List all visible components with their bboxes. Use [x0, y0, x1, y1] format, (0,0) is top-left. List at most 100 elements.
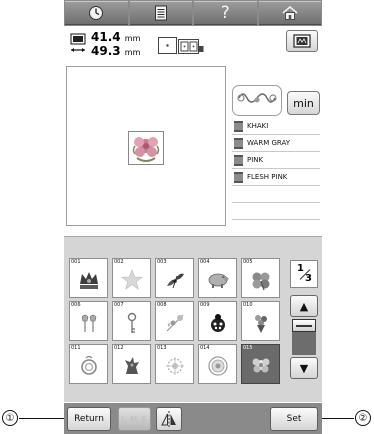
arrow-up-icon: ▲	[299, 299, 309, 313]
pattern-number: 009	[200, 302, 210, 308]
spool-icon	[234, 171, 243, 183]
height-value: 41.4	[91, 30, 121, 44]
callout-2: ②	[355, 410, 371, 426]
size-readout: 41.4 mm 49.3 mm	[91, 31, 140, 59]
hoop-size-icon	[158, 37, 204, 54]
pattern-cell[interactable]: 011	[69, 344, 108, 384]
mirror-button[interactable]	[156, 407, 182, 431]
lace-icon	[166, 357, 184, 375]
thread-row: PINK	[232, 152, 320, 169]
set-button[interactable]: Set	[270, 407, 318, 431]
flower-spray-icon	[166, 314, 184, 332]
document-icon	[154, 5, 167, 21]
pattern-grid: 001 002 003 004 005 006 007 008 009 010 …	[69, 258, 280, 384]
min-button[interactable]: min	[287, 91, 320, 115]
pattern-cell-selected[interactable]: 015	[241, 344, 280, 384]
rose-design-icon	[132, 137, 160, 162]
preview-button[interactable]	[286, 30, 318, 52]
width-value: 49.3	[91, 44, 121, 58]
pattern-cell[interactable]: 013	[155, 344, 194, 384]
pattern-number: 013	[157, 345, 167, 351]
clock-button[interactable]	[65, 1, 128, 25]
pattern-number: 004	[200, 259, 210, 265]
pattern-number: 008	[157, 302, 167, 308]
clock-icon	[89, 6, 104, 20]
pattern-cell[interactable]: 004	[198, 258, 237, 298]
thread-name: KHAKI	[247, 122, 269, 130]
height-unit: mm	[124, 34, 141, 43]
key-icon	[127, 312, 137, 333]
width-unit: mm	[124, 48, 141, 57]
pattern-cell[interactable]: 009	[198, 301, 237, 341]
mirror-icon	[161, 411, 176, 427]
callout-1-leader	[19, 418, 67, 419]
pattern-cell[interactable]: 002	[112, 258, 151, 298]
thread-row: FLESH PINK	[232, 169, 320, 186]
pattern-cell[interactable]: 005	[241, 258, 280, 298]
pattern-number: 006	[71, 302, 81, 308]
thread-name: WARM GRAY	[247, 139, 290, 147]
preview-icon	[293, 34, 311, 48]
pattern-number: 005	[243, 259, 253, 265]
thread-row-empty	[232, 186, 320, 203]
pattern-number: 007	[114, 302, 124, 308]
callout-1: ①	[2, 410, 18, 426]
pattern-cell[interactable]: 012	[112, 344, 151, 384]
embroidery-screen: ? 41.4 mm 49.3 mm min KHAKI WARM GRAY PI…	[64, 0, 322, 434]
pattern-cell[interactable]: 010	[241, 301, 280, 341]
scroll-border-icon	[237, 93, 277, 103]
pattern-number: 003	[157, 259, 167, 265]
pattern-number: 002	[114, 259, 124, 265]
pattern-cell[interactable]: 003	[155, 258, 194, 298]
design-in-preview[interactable]	[128, 131, 164, 165]
width-readout: 49.3 mm	[91, 45, 140, 59]
size-icon	[70, 33, 86, 52]
lion-icon	[125, 357, 139, 374]
pattern-number: 010	[243, 302, 253, 308]
height-readout: 41.4 mm	[91, 31, 140, 45]
bottom-toolbar: Return L M S Set	[64, 403, 322, 434]
help-button[interactable]: ?	[194, 1, 257, 25]
crown-icon	[80, 272, 98, 289]
scroll-down-button[interactable]: ▼	[290, 357, 318, 379]
help-icon: ?	[220, 2, 230, 23]
pattern-cell[interactable]: 014	[198, 344, 237, 384]
thread-row: KHAKI	[232, 118, 320, 135]
clover-icon	[252, 272, 270, 291]
home-icon	[282, 5, 298, 20]
border-pattern-preview[interactable]	[232, 85, 282, 116]
holly-icon	[167, 273, 184, 289]
document-button[interactable]	[129, 1, 192, 25]
pattern-cell[interactable]: 008	[155, 301, 194, 341]
pattern-number: 011	[71, 345, 81, 351]
star-icon	[121, 269, 143, 290]
ladybug-icon	[211, 314, 225, 332]
scroll-track[interactable]	[292, 319, 316, 355]
pattern-cell[interactable]: 006	[69, 301, 108, 341]
top-toolbar: ?	[64, 0, 322, 26]
pattern-number: 012	[114, 345, 124, 351]
thread-row-empty	[232, 203, 320, 220]
thread-color-list: KHAKI WARM GRAY PINK FLESH PINK	[232, 118, 320, 220]
ornament-icon	[81, 355, 97, 375]
pattern-scrollbar[interactable]: ▲ ▼	[290, 295, 318, 393]
page-current: 1	[297, 263, 304, 274]
scroll-thumb[interactable]	[292, 319, 316, 332]
pattern-number: 001	[71, 259, 81, 265]
page-indicator: 1 3	[290, 260, 318, 288]
pattern-number: 015	[243, 345, 253, 351]
return-button[interactable]: Return	[67, 407, 111, 431]
page-total: 3	[305, 273, 312, 284]
scroll-up-button[interactable]: ▲	[290, 295, 318, 317]
spool-icon	[234, 137, 243, 149]
pattern-selection-panel: 001 002 003 004 005 006 007 008 009 010 …	[64, 236, 322, 402]
pattern-cell[interactable]: 001	[69, 258, 108, 298]
spool-icon	[234, 154, 243, 166]
pig-icon	[208, 273, 229, 288]
lms-size-button[interactable]: L M S	[118, 407, 151, 431]
thread-name: PINK	[247, 156, 264, 164]
embroidery-preview[interactable]	[66, 66, 226, 226]
pattern-cell[interactable]: 007	[112, 301, 151, 341]
home-button[interactable]	[258, 1, 321, 25]
thread-row: WARM GRAY	[232, 135, 320, 152]
